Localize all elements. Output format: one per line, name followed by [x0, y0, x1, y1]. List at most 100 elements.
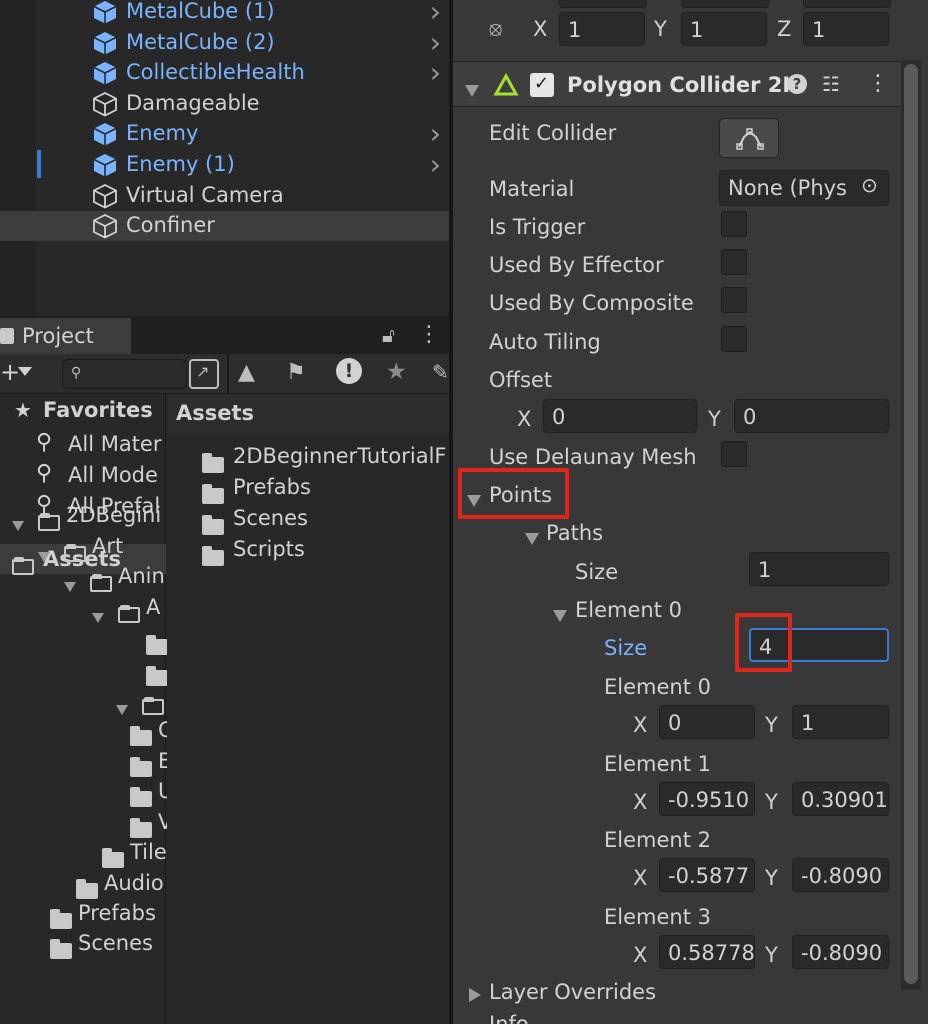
layer-overrides-label[interactable]: Layer Overrides [489, 980, 656, 1004]
lock-icon[interactable]: 🔓︎ [382, 323, 395, 347]
tree-item[interactable]: Art [0, 532, 166, 562]
asset-item[interactable]: Scripts [167, 535, 449, 566]
favorites-item[interactable]: ⚲ All Mode [0, 461, 166, 491]
scale-x-field[interactable]: 1 [559, 12, 645, 46]
paths-foldout-icon[interactable] [525, 526, 539, 550]
favorites-title[interactable]: Favorites [43, 400, 153, 421]
star-icon[interactable]: ★ [386, 359, 407, 385]
warning-icon[interactable]: ! [336, 358, 362, 384]
point-x-field[interactable]: 0.58778 [659, 934, 755, 969]
asset-item[interactable]: Prefabs [167, 473, 449, 504]
folder-icon[interactable] [146, 634, 168, 658]
search-input[interactable]: ⚲ [62, 359, 187, 389]
object-picker-icon[interactable]: ⊙ [861, 173, 878, 197]
info-foldout-icon[interactable] [467, 1018, 481, 1024]
filter-by-type-icon[interactable]: ▲ [238, 360, 255, 385]
foldout-icon[interactable] [465, 78, 479, 102]
hierarchy-row[interactable]: Enemy (1) › [0, 148, 449, 181]
asset-item[interactable]: 2DBeginnerTutorialF [167, 442, 449, 473]
edit-collider-button[interactable] [719, 118, 779, 158]
chevron-right-icon[interactable]: › [430, 117, 441, 150]
chevron-right-icon[interactable]: › [430, 0, 441, 28]
is-trigger-checkbox[interactable] [721, 211, 747, 237]
tab-project[interactable]: Project [0, 318, 131, 354]
scale-z-field[interactable]: 1 [803, 12, 889, 46]
asset-item[interactable]: Scenes [167, 504, 449, 535]
tree-item[interactable]: A [0, 593, 166, 623]
component-menu-icon[interactable]: ⋮ [867, 71, 889, 96]
point-x-field[interactable]: -0.9510 [659, 781, 755, 816]
hidden-packages-icon[interactable]: ✎ [432, 360, 449, 384]
favorites-item-label: All Mode [68, 463, 158, 487]
used-by-effector-checkbox[interactable] [721, 249, 747, 275]
paths-size-field[interactable]: 1 [749, 552, 889, 586]
layer-overrides-foldout-icon[interactable] [469, 983, 481, 1007]
more-icon[interactable]: ⋮ [418, 322, 440, 347]
tree-item[interactable]: Scenes [0, 929, 166, 959]
inspector-panel: ⦻ X 1 Y 1 Z 1 ✓ Polygon Collider 2I ? ☷ … [453, 0, 928, 1024]
hierarchy-row[interactable]: CollectibleHealth › [0, 56, 449, 89]
paths-label[interactable]: Paths [546, 521, 603, 545]
auto-tiling-checkbox[interactable] [721, 326, 747, 352]
unlink-icon[interactable]: ⦻ [489, 16, 502, 40]
tree-item[interactable]: 2DBegini [0, 501, 166, 531]
filter-by-label-icon[interactable]: ⚑ [286, 360, 306, 385]
point-y-field[interactable]: -0.8090 [792, 858, 889, 892]
path-element0-label[interactable]: Element 0 [575, 598, 682, 622]
hierarchy-row[interactable]: Confiner [0, 211, 449, 242]
auto-tiling-label: Auto Tiling [489, 330, 601, 354]
search-mode-icon[interactable]: ↗ [189, 359, 219, 389]
point-x-field[interactable]: 0 [659, 705, 755, 739]
point-x-label: X [633, 789, 648, 814]
tree-item[interactable]: U [0, 777, 173, 807]
point-element-label[interactable]: Element 1 [604, 752, 711, 776]
component-header[interactable]: ✓ Polygon Collider 2I ? ☷ ⋮ [453, 61, 901, 107]
prefab-cube-icon [92, 121, 118, 147]
point-y-field[interactable]: -0.8090 [792, 934, 889, 969]
assets-breadcrumb[interactable]: Assets [176, 403, 254, 424]
chevron-right-icon[interactable]: › [430, 26, 441, 59]
folder-icon[interactable] [146, 665, 168, 689]
folder-icon [102, 847, 124, 871]
element0-foldout-icon[interactable] [553, 603, 567, 627]
point-element-label[interactable]: Element 0 [604, 675, 711, 699]
tree-item[interactable]: Audio [0, 869, 166, 899]
tree-item[interactable]: E [0, 747, 171, 777]
point-y-field[interactable]: 0.30901 [792, 781, 889, 816]
help-icon[interactable]: ? [787, 74, 807, 94]
project-tab-label: Project [22, 324, 94, 348]
tree-item[interactable]: C [0, 716, 173, 746]
chevron-down-icon[interactable] [92, 604, 104, 628]
hierarchy-row[interactable]: MetalCube (2) › [0, 26, 449, 59]
hierarchy-row[interactable]: Damageable [0, 89, 449, 119]
offset-y-label: Y [708, 407, 721, 431]
hierarchy-row[interactable]: Enemy › [0, 117, 449, 150]
chevron-right-icon[interactable]: › [430, 56, 441, 89]
tree-item[interactable]: Anin [0, 562, 166, 592]
chevron-right-icon[interactable]: › [430, 148, 441, 181]
chevron-down-icon[interactable] [18, 367, 32, 376]
offset-y-field[interactable]: 0 [734, 399, 889, 433]
scale-x-label: X [533, 17, 548, 41]
favorites-item[interactable]: ⚲ All Mater [0, 430, 166, 460]
hierarchy-row[interactable]: MetalCube (1) › [0, 0, 449, 28]
presets-icon[interactable]: ☷ [822, 72, 840, 96]
tree-item[interactable]: V [0, 808, 172, 838]
scale-y-field[interactable]: 1 [681, 12, 767, 46]
tree-item[interactable]: Prefabs [0, 899, 166, 929]
point-x-label: X [633, 942, 648, 967]
point-element-label[interactable]: Element 2 [604, 828, 711, 852]
inspector-scroll-thumb[interactable] [904, 64, 918, 984]
hierarchy-row[interactable]: Virtual Camera [0, 181, 449, 211]
tree-item[interactable]: Spri [0, 685, 211, 715]
point-y-field[interactable]: 1 [792, 705, 889, 739]
enabled-checkbox[interactable]: ✓ [530, 73, 554, 97]
info-label[interactable]: Info [489, 1012, 529, 1024]
point-element-label[interactable]: Element 3 [604, 905, 711, 929]
gameobject-cube-icon [92, 91, 118, 117]
tree-item[interactable]: Tile [0, 838, 167, 871]
use-delaunay-checkbox[interactable] [721, 441, 747, 467]
point-x-field[interactable]: -0.5877 [659, 858, 755, 892]
used-by-composite-checkbox[interactable] [721, 287, 747, 313]
offset-x-field[interactable]: 0 [543, 399, 697, 433]
